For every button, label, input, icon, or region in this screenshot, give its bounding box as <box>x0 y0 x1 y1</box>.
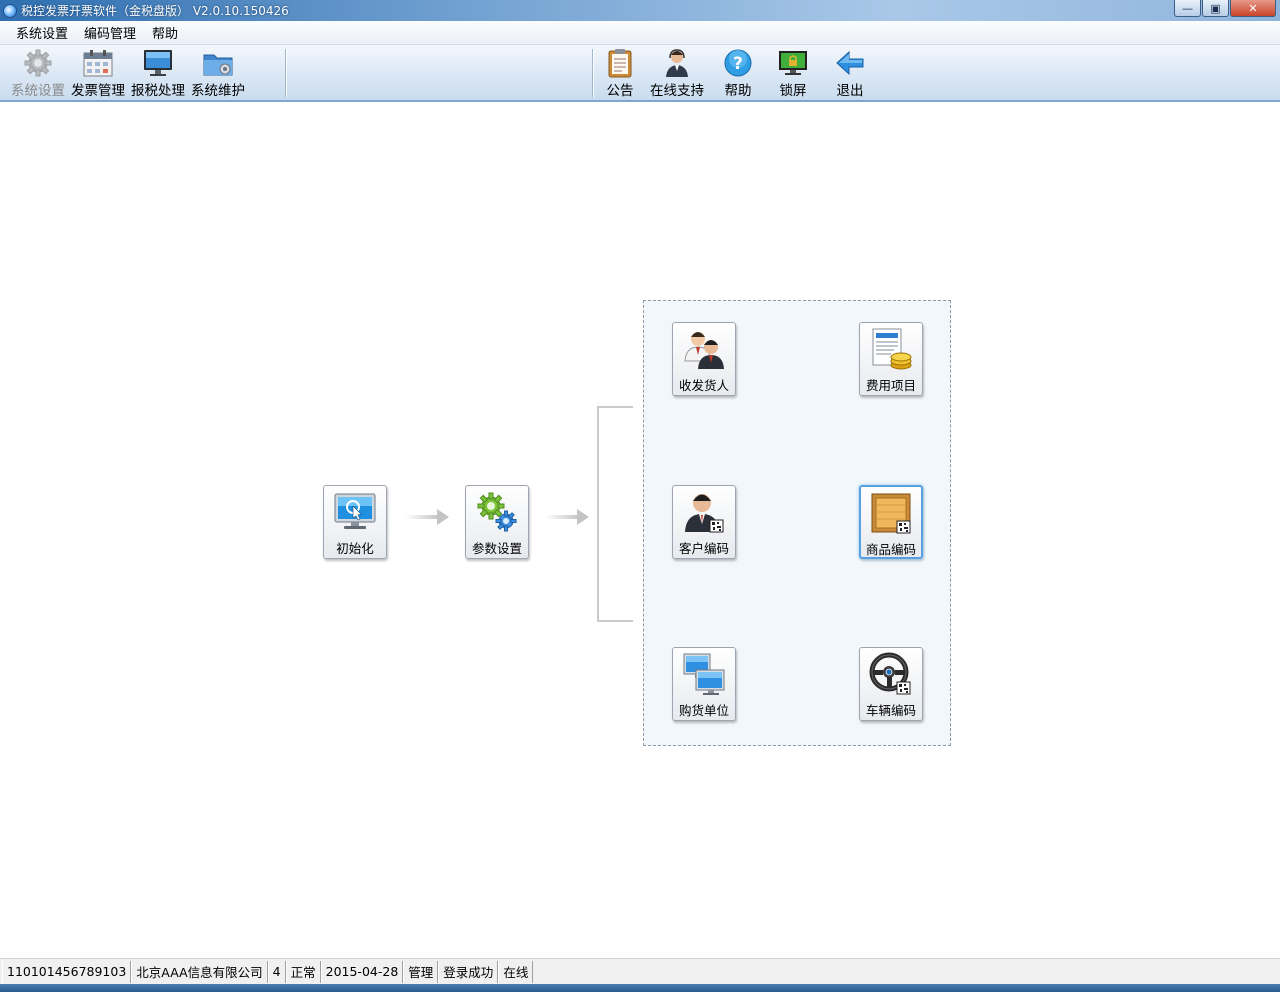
params-node-button[interactable]: 参数设置 <box>465 485 529 559</box>
status-date: 2015-04-28 <box>320 960 404 983</box>
folder-gear-icon <box>202 47 234 78</box>
system-maintenance-label: 系统维护 <box>191 83 245 99</box>
gears-icon <box>475 490 519 534</box>
menu-bar: 系统设置 编码管理 帮助 <box>0 21 1280 45</box>
menu-code-management[interactable]: 编码管理 <box>76 23 144 42</box>
help-button[interactable]: ? 帮助 <box>712 47 764 99</box>
menu-system-settings[interactable]: 系统设置 <box>8 23 76 42</box>
title-bar: 税控发票开票软件（金税盘版） V2.0.10.150426 — ▣ ✕ <box>0 0 1280 21</box>
system-maintenance-button[interactable]: 系统维护 <box>188 47 248 99</box>
toolbar-right-group: 公告 在线支持 ? 帮助 锁屏 退出 <box>598 47 878 99</box>
system-settings-label: 系统设置 <box>11 83 65 99</box>
gear-icon <box>22 47 54 78</box>
expense-items-button[interactable]: 费用项目 <box>859 322 923 396</box>
people-icon <box>682 327 726 371</box>
vehicle-code-label: 车辆编码 <box>865 703 916 718</box>
app-logo-icon <box>3 3 17 18</box>
buyer-unit-button[interactable]: 购货单位 <box>672 647 736 721</box>
lock-screen-label: 锁屏 <box>779 83 807 99</box>
shipper-consignee-label: 收发货人 <box>678 378 729 393</box>
toolbar: 系统设置 发票管理 报税处理 系统维护 公告 在线支持 ? 帮助 锁屏 退出 <box>0 45 1280 102</box>
toolbar-separator <box>592 49 593 97</box>
online-support-label: 在线支持 <box>650 83 704 99</box>
clipboard-icon <box>604 47 636 78</box>
help-icon: ? <box>722 47 754 78</box>
invoice-management-label: 发票管理 <box>71 83 125 99</box>
buyer-unit-label: 购货单位 <box>678 703 729 718</box>
system-settings-button[interactable]: 系统设置 <box>8 47 68 99</box>
menu-help[interactable]: 帮助 <box>144 23 186 42</box>
customer-code-button[interactable]: 客户编码 <box>672 485 736 559</box>
online-support-button[interactable]: 在线支持 <box>642 47 712 99</box>
init-node-button[interactable]: 初始化 <box>323 485 387 559</box>
shipper-consignee-button[interactable]: 收发货人 <box>672 322 736 396</box>
status-online: 在线 <box>498 960 534 983</box>
status-role: 管理 <box>403 960 439 983</box>
status-state: 正常 <box>285 960 321 983</box>
announcement-label: 公告 <box>606 83 634 99</box>
product-code-button[interactable]: 商品编码 <box>859 485 923 559</box>
window-controls: — ▣ ✕ <box>1173 0 1276 17</box>
flow-bracket <box>597 406 633 622</box>
exit-arrow-icon <box>834 47 866 78</box>
workspace: 初始化 参数设置 收发货人 费用项目 客户编码 商品编码 购货单位 车辆编码 <box>0 104 1280 956</box>
init-node-label: 初始化 <box>336 541 374 556</box>
params-node-label: 参数设置 <box>471 541 522 556</box>
flow-arrow-icon <box>403 507 451 527</box>
status-company: 北京AAA信息有限公司 <box>131 960 268 983</box>
toolbar-separator <box>285 49 286 97</box>
invoice-management-button[interactable]: 发票管理 <box>68 47 128 99</box>
status-number: 4 <box>267 960 286 983</box>
steering-wheel-icon <box>869 652 913 696</box>
product-code-label: 商品编码 <box>865 542 916 557</box>
vehicle-code-button[interactable]: 车辆编码 <box>859 647 923 721</box>
status-bar: 110101456789103 北京AAA信息有限公司 4 正常 2015-04… <box>0 958 1280 984</box>
exit-button[interactable]: 退出 <box>822 47 878 99</box>
computers-icon <box>682 652 726 696</box>
invoice-calendar-icon <box>82 47 114 78</box>
svg-text:?: ? <box>733 54 743 74</box>
exit-label: 退出 <box>836 83 864 99</box>
status-tax-id: 110101456789103 <box>2 960 132 983</box>
support-person-icon <box>661 47 693 78</box>
monitor-icon <box>142 47 174 78</box>
product-box-icon <box>869 491 913 535</box>
document-coins-icon <box>869 327 913 371</box>
minimize-button[interactable]: — <box>1174 0 1201 17</box>
help-label: 帮助 <box>724 83 752 99</box>
flow-arrow-icon <box>543 507 591 527</box>
expense-items-label: 费用项目 <box>865 378 916 393</box>
maximize-button[interactable]: ▣ <box>1202 0 1229 17</box>
customer-code-label: 客户编码 <box>678 541 729 556</box>
os-taskbar <box>0 984 1280 992</box>
customer-code-icon <box>682 490 726 534</box>
window-title: 税控发票开票软件（金税盘版） V2.0.10.150426 <box>21 4 289 18</box>
announcement-button[interactable]: 公告 <box>598 47 642 99</box>
close-button[interactable]: ✕ <box>1230 0 1276 17</box>
toolbar-left-group: 系统设置 发票管理 报税处理 系统维护 <box>8 47 248 99</box>
monitor-cursor-icon <box>333 490 377 534</box>
lock-screen-icon <box>777 47 809 78</box>
tax-processing-button[interactable]: 报税处理 <box>128 47 188 99</box>
lock-screen-button[interactable]: 锁屏 <box>764 47 822 99</box>
tax-processing-label: 报税处理 <box>131 83 185 99</box>
status-login: 登录成功 <box>438 960 499 983</box>
